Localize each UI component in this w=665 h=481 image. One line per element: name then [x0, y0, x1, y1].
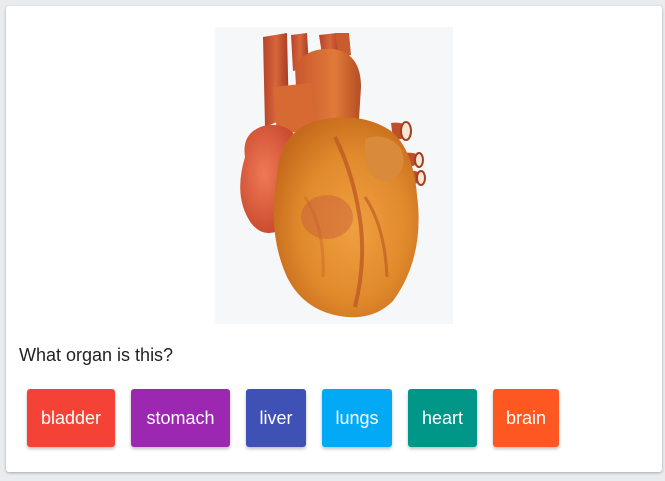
option-stomach-button[interactable]: stomach — [131, 389, 230, 447]
option-lungs-button[interactable]: lungs — [322, 389, 392, 447]
question-text: What organ is this? — [19, 345, 174, 365]
option-liver-button[interactable]: liver — [246, 389, 306, 447]
organ-image — [215, 27, 453, 324]
option-brain-button[interactable]: brain — [493, 389, 559, 447]
heart-illustration-icon — [240, 33, 426, 318]
option-heart-button[interactable]: heart — [408, 389, 477, 447]
quiz-card: What organ is this? bladder stomach live… — [6, 6, 662, 472]
option-bladder-button[interactable]: bladder — [27, 389, 115, 447]
